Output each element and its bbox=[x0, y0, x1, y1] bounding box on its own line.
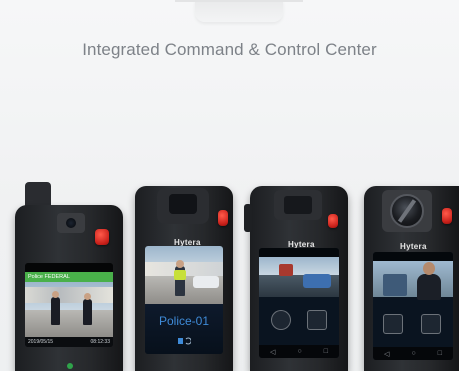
record-button bbox=[218, 210, 228, 226]
brand-label: Hytera bbox=[400, 242, 427, 251]
camera-lens bbox=[66, 218, 76, 228]
info-bar: 2019/05/15 08:12:33 bbox=[25, 337, 113, 347]
recent-apps-icon[interactable]: □ bbox=[324, 348, 328, 355]
camera-housing bbox=[157, 188, 209, 224]
camera-housing bbox=[274, 190, 322, 220]
top-tab-decoration bbox=[175, 0, 303, 22]
sync-icon bbox=[177, 332, 192, 345]
record-date: 2019/05/15 bbox=[28, 339, 54, 345]
figure-head bbox=[176, 260, 184, 268]
rotating-lens bbox=[390, 194, 424, 228]
status-led bbox=[67, 363, 73, 369]
terminal-body: Police FEDERAL 2019/05/15 08:12:33 bbox=[15, 205, 123, 371]
record-button bbox=[442, 208, 452, 224]
scene-street bbox=[25, 310, 113, 337]
figure-head bbox=[52, 291, 59, 298]
lens-bar bbox=[397, 199, 417, 223]
status-bar bbox=[25, 263, 113, 272]
hi-vis-vest bbox=[174, 270, 186, 280]
device-bodycam-3: Hytera ◁ ○ □ bbox=[244, 186, 348, 371]
figure-officer bbox=[51, 297, 60, 325]
back-icon[interactable]: ◁ bbox=[270, 348, 275, 356]
bodycam-screen: Police-01 bbox=[145, 246, 223, 354]
home-icon[interactable]: ○ bbox=[297, 348, 301, 355]
scene-car bbox=[193, 276, 219, 288]
gallery-icon[interactable] bbox=[307, 310, 327, 330]
record-time: 08:12:33 bbox=[90, 339, 110, 345]
figure-head bbox=[84, 293, 91, 300]
scene-sky bbox=[259, 257, 339, 275]
product-hero: Integrated Command & Control Center Poli… bbox=[0, 0, 459, 371]
camera-icon[interactable] bbox=[383, 314, 403, 334]
settings-icon[interactable] bbox=[421, 314, 441, 334]
ptt-button bbox=[95, 229, 109, 245]
status-bar bbox=[259, 248, 339, 257]
scene-car bbox=[383, 274, 407, 296]
caption-panel bbox=[145, 304, 223, 354]
scene-car bbox=[303, 274, 331, 288]
scene-building bbox=[25, 287, 113, 303]
camera-window bbox=[284, 196, 312, 214]
record-button bbox=[328, 214, 338, 228]
android-nav-bar: ◁ ○ □ bbox=[259, 345, 339, 358]
terminal-screen: Police FEDERAL 2019/05/15 08:12:33 bbox=[25, 263, 113, 347]
home-icon[interactable]: ○ bbox=[411, 350, 415, 357]
bodycam-screen: ◁ ○ □ bbox=[373, 252, 453, 360]
page-title: Integrated Command & Control Center bbox=[82, 40, 377, 59]
status-banner: Police FEDERAL bbox=[25, 272, 113, 282]
side-clip bbox=[244, 204, 252, 232]
recent-apps-icon[interactable]: □ bbox=[438, 350, 442, 357]
figure-officer bbox=[417, 274, 441, 300]
status-bar bbox=[373, 252, 453, 261]
camera-window bbox=[169, 194, 197, 214]
scene-sign bbox=[279, 264, 293, 276]
bodycam-screen: ◁ ○ □ bbox=[259, 248, 339, 358]
camera-housing bbox=[382, 190, 432, 232]
camera-icon[interactable] bbox=[271, 310, 291, 330]
device-bodycam-4: Hytera ◁ ○ □ bbox=[364, 186, 459, 371]
device-bodycam-2: Hytera Police-01 bbox=[135, 186, 233, 371]
figure-head bbox=[423, 262, 435, 275]
device-caption: Police-01 bbox=[158, 314, 210, 328]
back-icon[interactable]: ◁ bbox=[384, 350, 389, 358]
figure-officer bbox=[83, 299, 92, 325]
camera-housing bbox=[57, 213, 85, 233]
android-nav-bar: ◁ ○ □ bbox=[373, 347, 453, 360]
